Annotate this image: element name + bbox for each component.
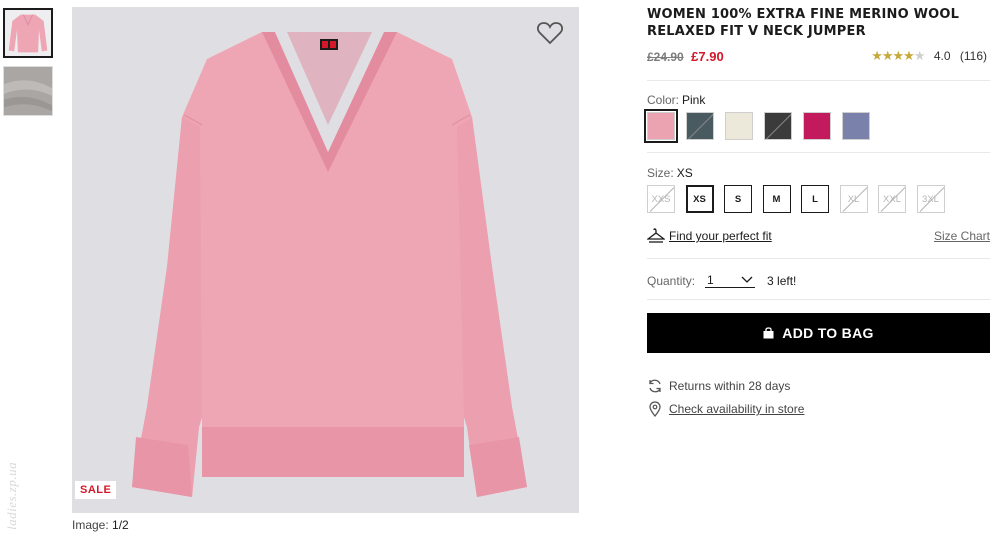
color-swatch-dark-teal[interactable] [686, 112, 714, 140]
review-count: (116) [959, 49, 987, 63]
unavailable-strike [842, 187, 867, 212]
rating-stars-icon: ★★★★★ [871, 48, 925, 63]
fit-row: Find your perfect fit Size Chart [647, 226, 990, 246]
image-counter-value: 1/2 [112, 518, 129, 532]
rating-score: 4.0 [933, 49, 951, 63]
returns-icon [649, 379, 661, 393]
size-label-text: Size: [647, 166, 674, 180]
thumbnail-pink-jumper[interactable] [3, 8, 53, 58]
divider [647, 152, 990, 153]
color-label-text: Color: [647, 93, 680, 107]
size-option-xl[interactable]: XL [839, 185, 868, 213]
find-your-fit-link[interactable]: Find your perfect fit [669, 229, 772, 243]
unavailable-slash [687, 113, 713, 139]
size-option-label: M [772, 193, 781, 205]
watermark-text: ladies.zp.ua [4, 461, 19, 530]
product-info: WOMEN 100% EXTRA FINE MERINO WOOL RELAXE… [647, 6, 990, 66]
sale-badge: SALE [75, 481, 117, 499]
color-swatch-pink[interactable] [644, 109, 678, 143]
divider [647, 80, 990, 81]
unavailable-slash [765, 113, 791, 139]
main-product-image[interactable] [72, 7, 579, 513]
size-option-label: S [734, 193, 742, 205]
returns-info: Returns within 28 days [647, 378, 790, 394]
size-option-m[interactable]: M [762, 185, 791, 213]
divider [647, 299, 990, 300]
product-title: WOMEN 100% EXTRA FINE MERINO WOOL RELAXE… [647, 7, 960, 39]
selected-color: Pink [682, 93, 706, 107]
pink-jumper-image [132, 32, 527, 497]
color-swatches [644, 109, 881, 143]
divider [647, 258, 990, 259]
selected-size: XS [676, 166, 693, 180]
pink-jumper-thumbnail-image [5, 10, 51, 56]
size-chart-link[interactable]: Size Chart [934, 229, 990, 243]
color-swatch-periwinkle[interactable] [842, 112, 870, 140]
quantity-select[interactable]: 1 [705, 273, 756, 288]
size-option-xxl[interactable]: XXL [878, 185, 906, 213]
color-swatch-off-white[interactable] [725, 112, 753, 140]
fabric-detail-thumbnail-image [4, 67, 52, 115]
size-option-s[interactable]: S [724, 185, 752, 213]
size-option-3xl[interactable]: 3XL [916, 185, 945, 213]
size-option-label: XS [693, 193, 706, 205]
thumbnail-fabric-detail[interactable] [3, 66, 53, 116]
quantity-value: 1 [707, 273, 714, 287]
image-counter: Image: 1/2 [72, 518, 129, 532]
size-option-xs[interactable]: XS [685, 185, 714, 213]
bag-icon [763, 327, 774, 339]
add-to-bag-label: ADD TO BAG [782, 325, 874, 341]
size-options: XXS XS S M L XL XXL 3XL [647, 185, 955, 213]
store-availability: Check availability in store [647, 401, 804, 417]
price-row: £24.90 £7.90 ★★★★★ 4.0 (116) [647, 48, 990, 66]
size-option-l[interactable]: L [801, 185, 829, 213]
returns-text: Returns within 28 days [669, 379, 791, 393]
quantity-label: Quantity: [647, 273, 696, 288]
stock-note: 3 left! [767, 273, 797, 288]
color-swatch-magenta[interactable] [803, 112, 831, 140]
sale-price: £7.90 [691, 49, 724, 64]
thumbnail-list [3, 8, 53, 124]
rating[interactable]: ★★★★★ 4.0 (116) [871, 48, 987, 64]
color-swatch-charcoal[interactable] [764, 112, 792, 140]
size-option-xxs[interactable]: XXS [647, 185, 675, 213]
hanger-icon [647, 228, 665, 243]
add-to-bag-button[interactable]: ADD TO BAG [647, 313, 990, 353]
size-option-label: L [812, 193, 818, 205]
color-label: Color: Pink [647, 93, 705, 107]
check-availability-link[interactable]: Check availability in store [669, 402, 804, 416]
quantity-row: Quantity: 1 3 left! [647, 273, 796, 288]
location-pin-icon [649, 401, 661, 417]
chevron-down-icon [741, 276, 753, 283]
original-price: £24.90 [647, 50, 684, 64]
wishlist-heart-icon[interactable] [537, 21, 563, 45]
image-counter-label: Image: [72, 518, 109, 532]
size-label: Size: XS [647, 166, 693, 180]
